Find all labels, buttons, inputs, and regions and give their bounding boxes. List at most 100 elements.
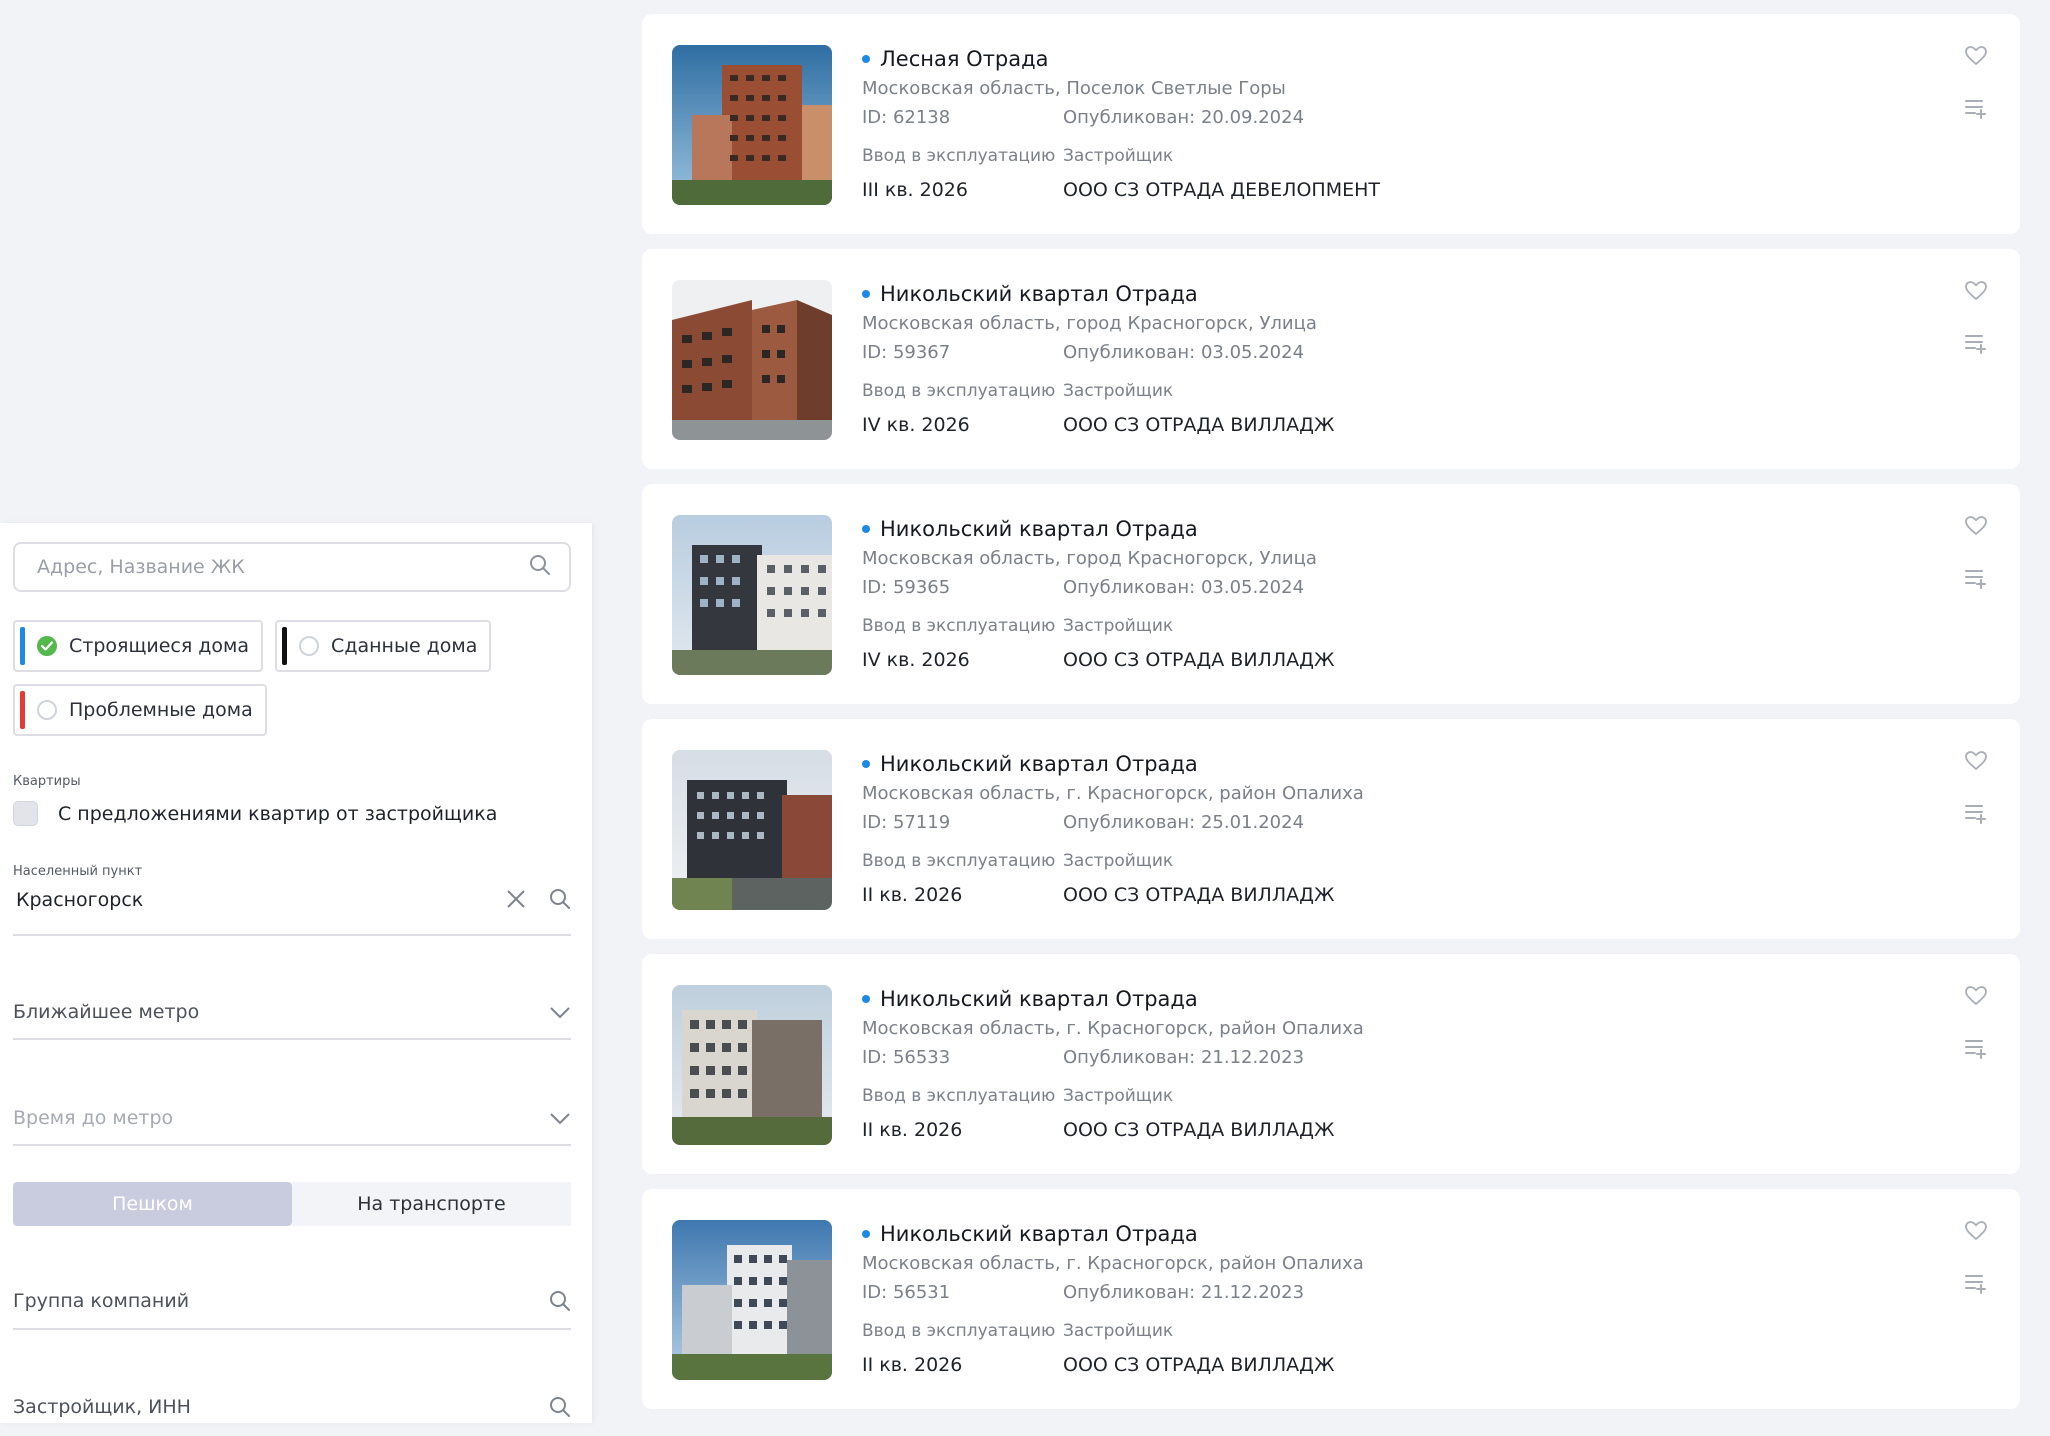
check-icon [37,636,57,656]
locality-value[interactable]: Красногорск [13,889,571,911]
listing-info: Никольский квартал Отрада Московская обл… [862,984,1364,1145]
nearest-metro-select[interactable]: Ближайшее метро [13,972,571,1040]
close-icon[interactable] [505,888,527,914]
developer-value[interactable]: ООО СЗ ОТРАДА ДЕВЕЛОПМЕНТ [1063,175,1380,205]
listing-address: Московская область, город Красногорск, У… [862,548,1317,569]
company-group-placeholder: Группа компаний [13,1290,190,1312]
metro-time-select[interactable]: Время до метро [13,1076,571,1146]
developer-label: Застройщик [1063,616,1174,636]
listing-title[interactable]: Лесная Отрада [880,47,1049,71]
status-color-bar [20,627,25,665]
travel-mode-toggle: Пешком На транспорте [13,1182,571,1226]
listing-card[interactable]: Лесная Отрада Московская область, Посело… [642,14,2020,234]
add-to-list-icon[interactable] [1964,333,1988,359]
filter-problem-houses[interactable]: Проблемные дома [13,684,267,736]
locality-field[interactable]: Населенный пункт Красногорск [13,864,571,936]
developer-value[interactable]: ООО СЗ ОТРАДА ВИЛЛАДЖ [1063,880,1364,910]
building-photo[interactable] [672,985,832,1145]
commissioning-value: II кв. 2026 [862,1354,963,1376]
commissioning-label: Ввод в эксплуатацию [862,851,1056,871]
commissioning-label: Ввод в эксплуатацию [862,1321,1056,1341]
locality-caption: Населенный пункт [13,864,143,879]
listing-title[interactable]: Никольский квартал Отрада [880,752,1198,776]
add-to-list-icon[interactable] [1964,1038,1988,1064]
listing-published: Опубликован: 21.12.2023 [1063,1282,1305,1303]
developer-inn-placeholder: Застройщик, ИНН [13,1396,191,1418]
building-photo[interactable] [672,515,832,675]
heart-icon[interactable] [1965,46,1987,70]
listing-title[interactable]: Никольский квартал Отрада [880,517,1198,541]
developer-value[interactable]: ООО СЗ ОТРАДА ВИЛЛАДЖ [1063,645,1334,675]
add-to-list-icon[interactable] [1964,1273,1988,1299]
developer-value[interactable]: ООО СЗ ОТРАДА ВИЛЛАДЖ [1063,410,1334,440]
building-photo[interactable] [672,1220,832,1380]
travel-mode-walk[interactable]: Пешком [13,1182,292,1226]
listing-published: Опубликован: 25.01.2024 [1063,812,1305,833]
listing-id: ID: 59367 [862,342,951,363]
heart-icon[interactable] [1965,1221,1987,1245]
listing-address: Московская область, город Красногорск, У… [862,313,1317,334]
apartments-caption: Квартиры [13,774,81,789]
building-photo[interactable] [672,750,832,910]
filter-label: Строящиеся дома [69,635,250,657]
chevron-down-icon[interactable] [549,1111,571,1130]
commissioning-label: Ввод в эксплуатацию [862,1086,1056,1106]
heart-icon[interactable] [1965,281,1987,305]
listing-title[interactable]: Никольский квартал Отрада [880,282,1198,306]
listing-card[interactable]: Никольский квартал Отрада Московская обл… [642,1189,2020,1409]
filter-delivered-houses[interactable]: Сданные дома [275,620,492,672]
commissioning-value: II кв. 2026 [862,1119,963,1141]
add-to-list-icon[interactable] [1964,98,1988,124]
developer-label: Застройщик [1063,1086,1174,1106]
address-search-box[interactable] [13,542,571,592]
listing-title[interactable]: Никольский квартал Отрада [880,1222,1198,1246]
travel-mode-transport[interactable]: На транспорте [292,1182,571,1226]
listing-id: ID: 56531 [862,1282,951,1303]
address-search-input[interactable] [37,556,500,578]
status-dot [862,1230,870,1238]
listing-card[interactable]: Никольский квартал Отрада Московская обл… [642,719,2020,939]
search-icon[interactable] [549,1396,571,1422]
listing-address: Московская область, г. Красногорск, райо… [862,783,1364,804]
add-to-list-icon[interactable] [1964,803,1988,829]
building-photo[interactable] [672,45,832,205]
status-dot [862,995,870,1003]
developer-label: Застройщик [1063,1321,1174,1341]
developer-label: Застройщик [1063,146,1174,166]
listing-published: Опубликован: 21.12.2023 [1063,1047,1305,1068]
chevron-down-icon[interactable] [549,1005,571,1024]
developer-value[interactable]: ООО СЗ ОТРАДА ВИЛЛАДЖ [1063,1115,1364,1145]
listing-title[interactable]: Никольский квартал Отрада [880,987,1198,1011]
listing-published: Опубликован: 03.05.2024 [1063,342,1305,363]
commissioning-label: Ввод в эксплуатацию [862,146,1056,166]
developer-inn-field[interactable]: Застройщик, ИНН [13,1366,571,1436]
heart-icon[interactable] [1965,516,1987,540]
listing-address: Московская область, г. Красногорск, райо… [862,1253,1364,1274]
developer-value[interactable]: ООО СЗ ОТРАДА ВИЛЛАДЖ [1063,1350,1364,1380]
listing-id: ID: 59365 [862,577,951,598]
search-icon[interactable] [529,554,551,580]
add-to-list-icon[interactable] [1964,568,1988,594]
heart-icon[interactable] [1965,986,1987,1010]
listing-published: Опубликован: 20.09.2024 [1063,107,1305,128]
heart-icon[interactable] [1965,751,1987,775]
building-photo[interactable] [672,280,832,440]
listing-card[interactable]: Никольский квартал Отрада Московская обл… [642,484,2020,704]
developer-offers-checkbox-row[interactable]: С предложениями квартир от застройщика [13,801,571,826]
commissioning-label: Ввод в эксплуатацию [862,381,1056,401]
search-icon[interactable] [549,1290,571,1316]
filter-label: Сданные дома [331,635,478,657]
listing-info: Никольский квартал Отрада Московская обл… [862,279,1334,440]
commissioning-value: II кв. 2026 [862,884,963,906]
listing-id: ID: 62138 [862,107,951,128]
listing-address: Московская область, г. Красногорск, райо… [862,1018,1364,1039]
company-group-field[interactable]: Группа компаний [13,1260,571,1330]
commissioning-value: IV кв. 2026 [862,414,970,436]
search-icon[interactable] [549,888,571,914]
filter-building-houses[interactable]: Строящиеся дома [13,620,264,672]
listing-card[interactable]: Никольский квартал Отрада Московская обл… [642,249,2020,469]
radio-unchecked-icon [299,636,320,656]
nearest-metro-placeholder: Ближайшее метро [13,1001,200,1023]
developer-offers-checkbox[interactable] [13,801,38,826]
listing-card[interactable]: Никольский квартал Отрада Московская обл… [642,954,2020,1174]
